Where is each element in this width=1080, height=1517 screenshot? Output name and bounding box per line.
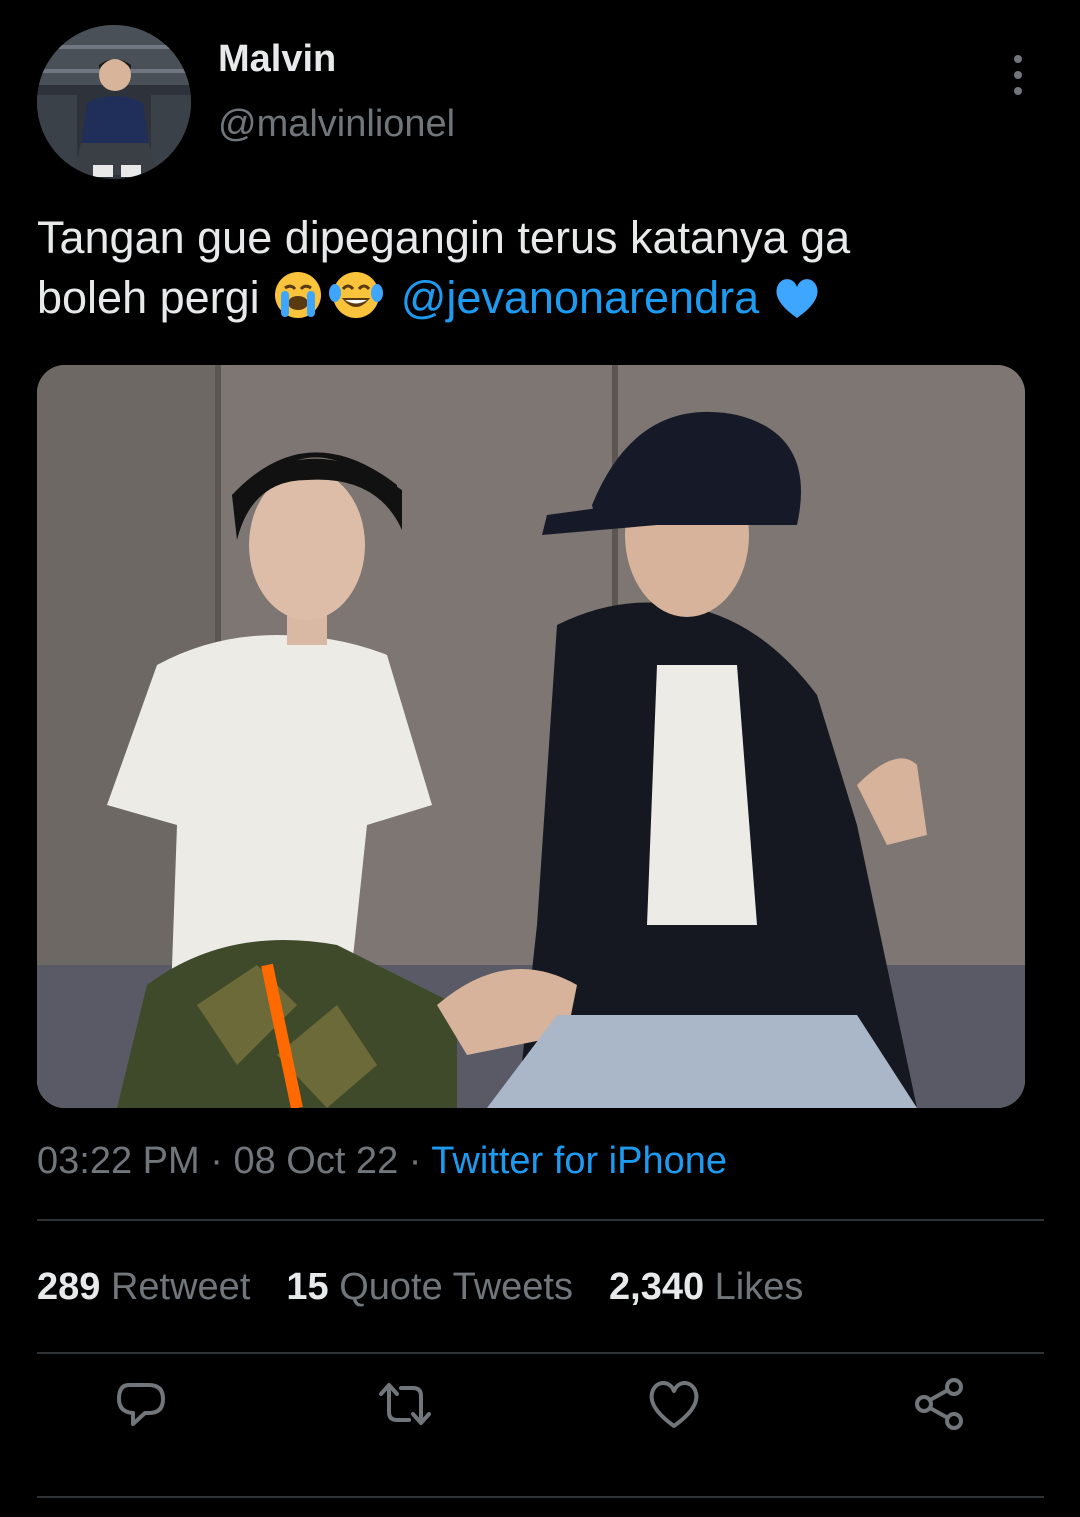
author-handle[interactable]: @malvinlionel [218,103,455,146]
retweets-count: 289 [37,1266,101,1308]
blue-heart-icon [772,275,822,336]
tweet-text-line2: boleh pergi [37,272,260,323]
face-with-tears-of-joy-icon [328,269,384,336]
tweet-text: Tangan gue dipegangin terus katanya ga b… [37,208,1047,336]
more-options-icon[interactable] [1000,55,1036,95]
quotes-count: 15 [286,1266,329,1308]
tweet-time: 03:22 PM [37,1140,200,1182]
tweet-text-line1: Tangan gue dipegangin terus katanya ga [37,212,851,263]
avatar-photo [37,25,191,179]
share-button[interactable] [901,1366,977,1442]
like-button[interactable] [636,1366,712,1442]
retweets-stat[interactable]: 289 Retweet [37,1266,250,1308]
divider [37,1219,1044,1221]
photo-scene [37,365,1025,1108]
tweet-media-photo[interactable] [37,365,1025,1108]
more-dot [1014,71,1022,79]
meta-separator: · [408,1140,422,1182]
like-icon [649,1381,699,1428]
reply-button[interactable] [103,1366,179,1442]
retweet-icon [379,1383,431,1425]
divider [37,1352,1044,1354]
share-icon [915,1378,963,1430]
mention-link[interactable]: @jevanonarendra [401,272,759,323]
tweet-stats: 289 Retweet 15 Quote Tweets 2,340 Likes [37,1266,803,1309]
likes-count: 2,340 [609,1266,705,1308]
divider [37,1496,1044,1498]
reply-icon [117,1383,165,1426]
tweet-date: 08 Oct 22 [233,1140,399,1182]
retweet-button[interactable] [367,1366,443,1442]
meta-separator: · [210,1140,223,1182]
likes-stat[interactable]: 2,340 Likes [609,1266,803,1308]
likes-label: Likes [714,1266,804,1308]
author-display-name[interactable]: Malvin [218,38,336,81]
more-dot [1014,55,1022,63]
tweet-source-link[interactable]: Twitter for iPhone [431,1140,727,1182]
quotes-stat[interactable]: 15 Quote Tweets [286,1266,573,1308]
retweets-label: Retweet [110,1266,251,1308]
loudly-crying-face-icon [272,269,324,336]
quotes-label: Quote Tweets [339,1266,573,1308]
tweet-meta: 03:22 PM · 08 Oct 22 · Twitter for iPhon… [37,1140,727,1183]
author-avatar[interactable] [37,25,191,179]
more-dot [1014,87,1022,95]
